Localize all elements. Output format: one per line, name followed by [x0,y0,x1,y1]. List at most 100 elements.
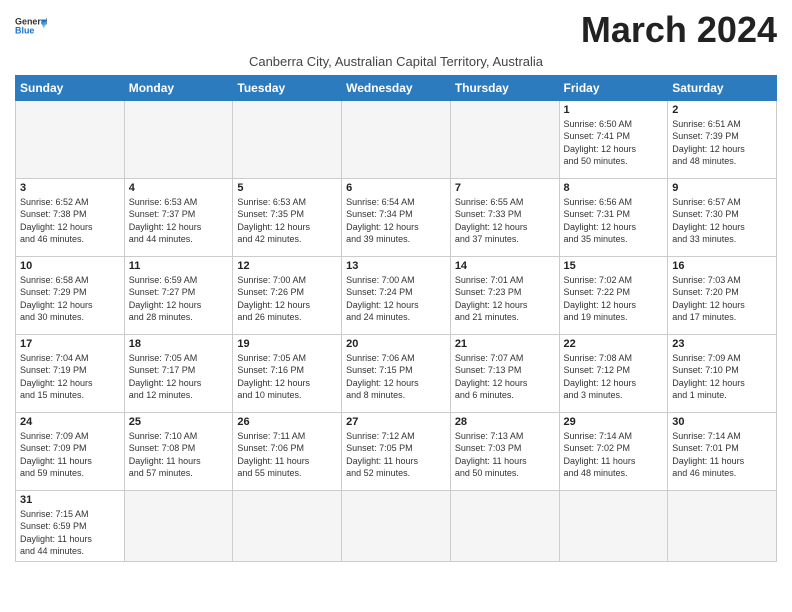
calendar-day-cell [450,100,559,178]
calendar-day-cell: 24Sunrise: 7:09 AM Sunset: 7:09 PM Dayli… [16,412,125,490]
day-info: Sunrise: 6:52 AM Sunset: 7:38 PM Dayligh… [20,196,120,246]
day-info: Sunrise: 6:55 AM Sunset: 7:33 PM Dayligh… [455,196,555,246]
day-number: 14 [455,260,555,272]
calendar-day-cell: 4 Sunrise: 6:53 AM Sunset: 7:37 PM Daylig… [124,178,233,256]
day-info: Sunrise: 6:53 AM Sunset: 7:35 PM Dayligh… [237,196,337,246]
day-info: Sunrise: 7:05 AM Sunset: 7:17 PM Dayligh… [129,352,229,402]
calendar-day-cell: 18 Sunrise: 7:05 AM Sunset: 7:17 PM Dayli… [124,334,233,412]
day-info: Sunrise: 7:08 AM Sunset: 7:12 PM Dayligh… [564,352,664,402]
day-info: Sunrise: 6:54 AM Sunset: 7:34 PM Dayligh… [346,196,446,246]
day-number: 19 [237,338,337,350]
day-info: Sunrise: 7:00 AM Sunset: 7:26 PM Dayligh… [237,274,337,324]
weekday-header-friday: Friday [559,75,668,100]
day-number: 4 [129,182,229,194]
calendar-day-cell: 28 Sunrise: 7:13 AM Sunset: 7:03 PM Dayli… [450,412,559,490]
day-info: Sunrise: 6:58 AM Sunset: 7:29 PM Dayligh… [20,274,120,324]
calendar-day-cell [124,490,233,561]
calendar-day-cell: 20Sunrise: 7:06 AM Sunset: 7:15 PM Dayli… [342,334,451,412]
calendar-day-cell [16,100,125,178]
day-info: Sunrise: 7:14 AM Sunset: 7:01 PM Dayligh… [672,430,772,480]
weekday-header-sunday: Sunday [16,75,125,100]
day-number: 7 [455,182,555,194]
day-info: Sunrise: 7:09 AM Sunset: 7:10 PM Dayligh… [672,352,772,402]
day-number: 5 [237,182,337,194]
day-number: 20 [346,338,446,350]
day-info: Sunrise: 7:05 AM Sunset: 7:16 PM Dayligh… [237,352,337,402]
calendar-day-cell [450,490,559,561]
calendar-day-cell: 17Sunrise: 7:04 AM Sunset: 7:19 PM Dayli… [16,334,125,412]
calendar-day-cell: 14 Sunrise: 7:01 AM Sunset: 7:23 PM Dayli… [450,256,559,334]
day-number: 30 [672,416,772,428]
day-number: 16 [672,260,772,272]
calendar-day-cell: 19 Sunrise: 7:05 AM Sunset: 7:16 PM Dayli… [233,334,342,412]
calendar-day-cell: 6 Sunrise: 6:54 AM Sunset: 7:34 PM Daylig… [342,178,451,256]
calendar-day-cell: 15Sunrise: 7:02 AM Sunset: 7:22 PM Dayli… [559,256,668,334]
calendar-day-cell: 2 Sunrise: 6:51 AM Sunset: 7:39 PM Daylig… [668,100,777,178]
calendar-week-1: 1Sunrise: 6:50 AM Sunset: 7:41 PM Daylig… [16,100,777,178]
day-number: 28 [455,416,555,428]
calendar-day-cell: 22Sunrise: 7:08 AM Sunset: 7:12 PM Dayli… [559,334,668,412]
day-number: 18 [129,338,229,350]
day-number: 2 [672,104,772,116]
generalblue-logo-icon: General Blue [15,10,47,42]
calendar-day-cell [342,490,451,561]
title-block: March 2024 [581,10,777,50]
day-number: 12 [237,260,337,272]
calendar-week-5: 24Sunrise: 7:09 AM Sunset: 7:09 PM Dayli… [16,412,777,490]
calendar-day-cell: 21 Sunrise: 7:07 AM Sunset: 7:13 PM Dayli… [450,334,559,412]
calendar-day-cell: 30 Sunrise: 7:14 AM Sunset: 7:01 PM Dayli… [668,412,777,490]
calendar-day-cell [124,100,233,178]
calendar-day-cell: 11 Sunrise: 6:59 AM Sunset: 7:27 PM Dayli… [124,256,233,334]
day-info: Sunrise: 7:01 AM Sunset: 7:23 PM Dayligh… [455,274,555,324]
calendar-day-cell: 29Sunrise: 7:14 AM Sunset: 7:02 PM Dayli… [559,412,668,490]
calendar-day-cell: 3 Sunrise: 6:52 AM Sunset: 7:38 PM Daylig… [16,178,125,256]
calendar-day-cell: 7 Sunrise: 6:55 AM Sunset: 7:33 PM Daylig… [450,178,559,256]
day-info: Sunrise: 7:00 AM Sunset: 7:24 PM Dayligh… [346,274,446,324]
day-info: Sunrise: 7:04 AM Sunset: 7:19 PM Dayligh… [20,352,120,402]
header: General Blue March 2024 [15,10,777,50]
day-number: 15 [564,260,664,272]
day-info: Sunrise: 7:07 AM Sunset: 7:13 PM Dayligh… [455,352,555,402]
calendar-day-cell: 8Sunrise: 6:56 AM Sunset: 7:31 PM Daylig… [559,178,668,256]
calendar-day-cell: 26Sunrise: 7:11 AM Sunset: 7:06 PM Dayli… [233,412,342,490]
day-number: 10 [20,260,120,272]
day-number: 27 [346,416,446,428]
day-number: 9 [672,182,772,194]
day-info: Sunrise: 7:09 AM Sunset: 7:09 PM Dayligh… [20,430,120,480]
calendar-day-cell [342,100,451,178]
weekday-header-wednesday: Wednesday [342,75,451,100]
weekday-header-thursday: Thursday [450,75,559,100]
calendar-day-cell: 1Sunrise: 6:50 AM Sunset: 7:41 PM Daylig… [559,100,668,178]
logo: General Blue [15,10,47,42]
day-info: Sunrise: 7:13 AM Sunset: 7:03 PM Dayligh… [455,430,555,480]
calendar-day-cell [233,490,342,561]
day-number: 31 [20,494,120,506]
day-info: Sunrise: 7:10 AM Sunset: 7:08 PM Dayligh… [129,430,229,480]
day-number: 3 [20,182,120,194]
calendar-day-cell: 25Sunrise: 7:10 AM Sunset: 7:08 PM Dayli… [124,412,233,490]
day-info: Sunrise: 6:57 AM Sunset: 7:30 PM Dayligh… [672,196,772,246]
calendar-week-3: 10 Sunrise: 6:58 AM Sunset: 7:29 PM Dayli… [16,256,777,334]
calendar-day-cell: 10 Sunrise: 6:58 AM Sunset: 7:29 PM Dayli… [16,256,125,334]
day-info: Sunrise: 6:59 AM Sunset: 7:27 PM Dayligh… [129,274,229,324]
svg-text:Blue: Blue [15,26,34,36]
weekday-header-monday: Monday [124,75,233,100]
weekday-header-row: SundayMondayTuesdayWednesdayThursdayFrid… [16,75,777,100]
calendar-day-cell: 27 Sunrise: 7:12 AM Sunset: 7:05 PM Dayli… [342,412,451,490]
calendar-day-cell: 9 Sunrise: 6:57 AM Sunset: 7:30 PM Daylig… [668,178,777,256]
day-info: Sunrise: 6:53 AM Sunset: 7:37 PM Dayligh… [129,196,229,246]
calendar-week-4: 17Sunrise: 7:04 AM Sunset: 7:19 PM Dayli… [16,334,777,412]
day-info: Sunrise: 6:51 AM Sunset: 7:39 PM Dayligh… [672,118,772,168]
day-info: Sunrise: 7:15 AM Sunset: 6:59 PM Dayligh… [20,508,120,558]
day-number: 8 [564,182,664,194]
day-number: 11 [129,260,229,272]
calendar-table: SundayMondayTuesdayWednesdayThursdayFrid… [15,75,777,562]
day-number: 6 [346,182,446,194]
day-number: 13 [346,260,446,272]
day-info: Sunrise: 7:12 AM Sunset: 7:05 PM Dayligh… [346,430,446,480]
month-title: March 2024 [581,10,777,50]
day-info: Sunrise: 7:14 AM Sunset: 7:02 PM Dayligh… [564,430,664,480]
day-number: 26 [237,416,337,428]
day-number: 21 [455,338,555,350]
weekday-header-tuesday: Tuesday [233,75,342,100]
